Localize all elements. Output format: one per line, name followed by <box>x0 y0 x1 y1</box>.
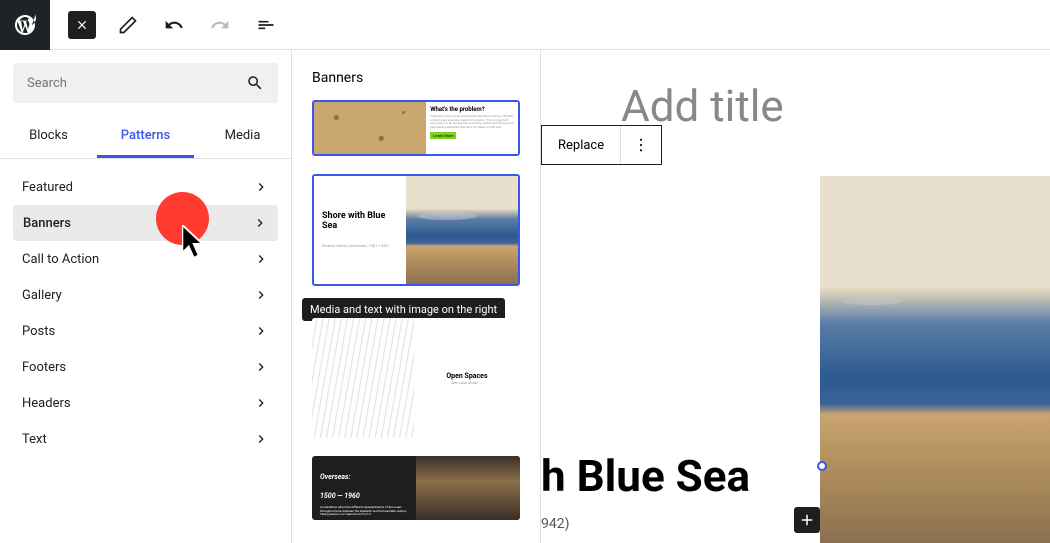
pattern-thumbnail <box>314 102 426 154</box>
pattern-item-4[interactable]: Overseas:1500 — 1960An exhibition about … <box>312 456 520 520</box>
search-input[interactable] <box>27 76 246 91</box>
tab-media[interactable]: Media <box>194 116 291 158</box>
chevron-right-icon <box>253 395 269 411</box>
patterns-panel-title: Banners <box>312 70 520 86</box>
category-label: Headers <box>22 396 71 411</box>
block-heading[interactable]: h Blue Sea <box>541 450 750 502</box>
category-label: Gallery <box>22 288 62 303</box>
block-toolbar: Replace <box>541 125 662 165</box>
chevron-right-icon <box>253 179 269 195</box>
post-title-input[interactable]: Add title <box>541 50 1050 132</box>
pattern-text: What's the problem?There are many issues… <box>426 102 518 154</box>
category-banners[interactable]: Banners <box>13 205 278 241</box>
category-label: Banners <box>23 216 71 231</box>
chevron-right-icon <box>253 359 269 375</box>
pattern-text: Overseas:1500 — 1960An exhibition about … <box>312 456 416 520</box>
edit-icon[interactable] <box>114 11 142 39</box>
chevron-right-icon <box>253 431 269 447</box>
category-footers[interactable]: Footers <box>0 349 291 385</box>
pattern-item-3[interactable]: Open SpacesSee case study → <box>312 318 520 438</box>
document-outline-icon[interactable] <box>252 11 280 39</box>
search-input-wrapper[interactable] <box>13 63 278 103</box>
category-label: Featured <box>22 180 73 195</box>
category-label: Text <box>22 432 47 447</box>
undo-icon[interactable] <box>160 11 188 39</box>
chevron-right-icon <box>252 215 268 231</box>
category-gallery[interactable]: Gallery <box>0 277 291 313</box>
category-featured[interactable]: Featured <box>0 169 291 205</box>
category-posts[interactable]: Posts <box>0 313 291 349</box>
tab-blocks[interactable]: Blocks <box>0 116 97 158</box>
pattern-text: Open SpacesSee case study → <box>414 318 520 438</box>
category-label: Posts <box>22 324 55 339</box>
add-block-button[interactable] <box>794 507 820 533</box>
pattern-thumbnail <box>312 318 414 438</box>
pattern-text: Shore with Blue SeaEleanor Harris (Ameri… <box>314 176 406 284</box>
chevron-right-icon <box>253 323 269 339</box>
pattern-item-1[interactable]: What's the problem?There are many issues… <box>312 100 520 156</box>
cursor-icon <box>182 225 208 263</box>
pattern-thumbnail <box>416 456 520 520</box>
search-icon <box>246 74 264 92</box>
block-subtext[interactable]: 942) <box>541 516 569 532</box>
close-button[interactable] <box>68 11 96 39</box>
chevron-right-icon <box>253 287 269 303</box>
pattern-thumbnail <box>406 176 518 284</box>
redo-icon <box>206 11 234 39</box>
replace-button[interactable]: Replace <box>542 126 621 164</box>
category-text[interactable]: Text <box>0 421 291 457</box>
resize-handle[interactable] <box>817 461 827 471</box>
category-label: Footers <box>22 360 66 375</box>
chevron-right-icon <box>253 251 269 267</box>
tab-patterns[interactable]: Patterns <box>97 116 194 158</box>
wordpress-logo[interactable] <box>0 0 50 50</box>
category-call-to-action[interactable]: Call to Action <box>0 241 291 277</box>
category-headers[interactable]: Headers <box>0 385 291 421</box>
block-image[interactable] <box>820 176 1050 543</box>
category-label: Call to Action <box>22 252 99 267</box>
more-options-button[interactable] <box>621 126 661 164</box>
pattern-item-2[interactable]: Shore with Blue SeaEleanor Harris (Ameri… <box>312 174 520 286</box>
